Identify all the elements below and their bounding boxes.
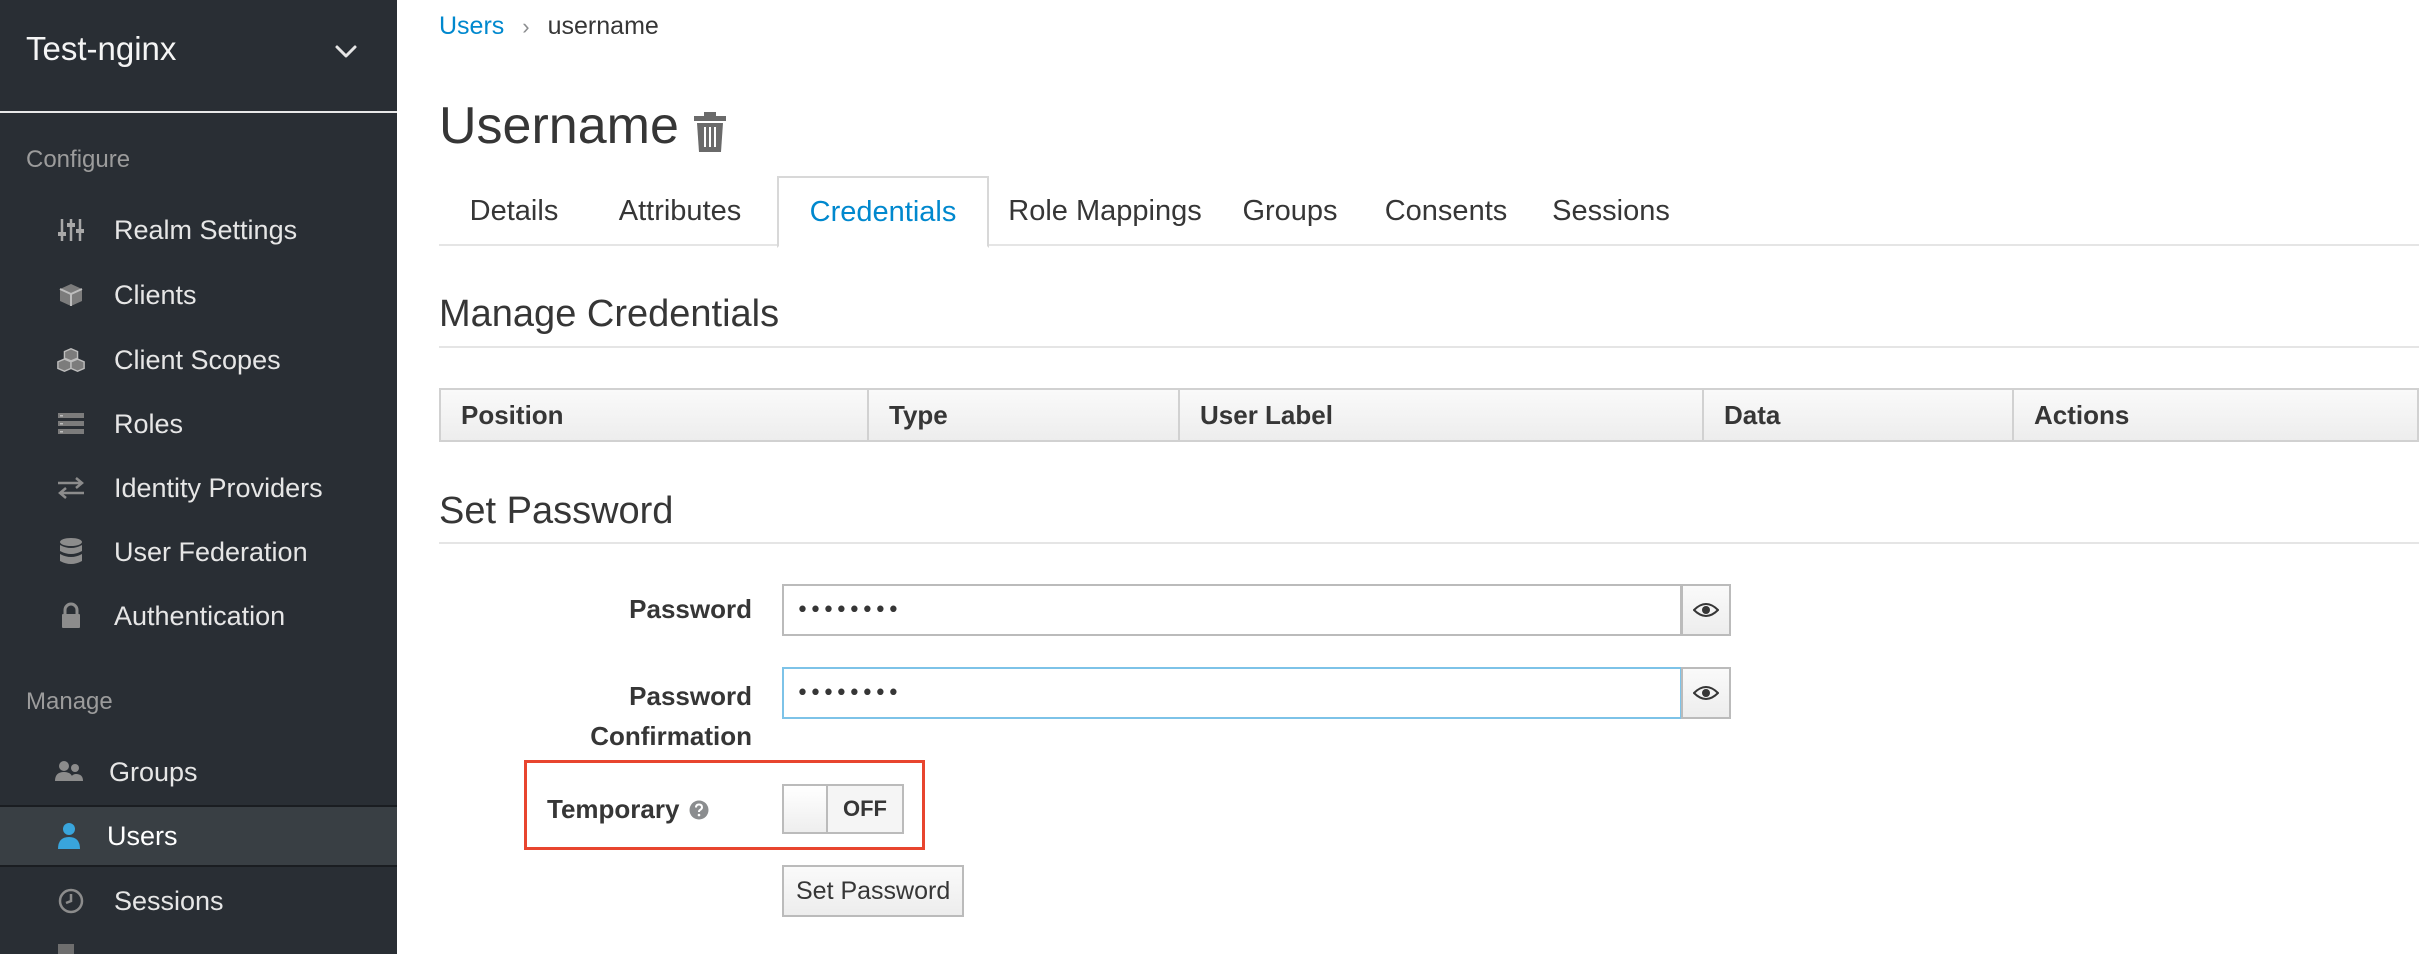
realm-name: Test-nginx bbox=[26, 30, 177, 67]
sidebar-item-user-federation[interactable]: User Federation bbox=[0, 521, 397, 583]
tab-consents[interactable]: Consents bbox=[1361, 176, 1531, 246]
temporary-label-text: Temporary bbox=[547, 794, 680, 824]
temporary-label: Temporary bbox=[547, 794, 709, 825]
clock-icon bbox=[56, 886, 86, 916]
cube-icon bbox=[56, 280, 86, 310]
lock-icon bbox=[56, 601, 86, 631]
sidebar-item-realm-settings[interactable]: Realm Settings bbox=[0, 199, 397, 261]
tab-role-mappings[interactable]: Role Mappings bbox=[991, 176, 1219, 246]
sidebar-item-sessions[interactable]: Sessions bbox=[0, 870, 397, 932]
credentials-table-header: Position Type User Label Data Actions bbox=[439, 388, 2419, 442]
section-title-set-password: Set Password bbox=[439, 490, 674, 532]
sidebar-item-identity-providers[interactable]: Identity Providers bbox=[0, 457, 397, 519]
section-divider bbox=[439, 542, 2419, 544]
sidebar-item-roles[interactable]: Roles bbox=[0, 393, 397, 455]
tab-groups[interactable]: Groups bbox=[1219, 176, 1361, 246]
tab-credentials[interactable]: Credentials bbox=[777, 176, 989, 248]
sidebar-item-label: Authentication bbox=[114, 600, 286, 631]
password-label: Password bbox=[629, 594, 752, 624]
sidebar-item-label: Roles bbox=[114, 408, 184, 439]
toggle-state: OFF bbox=[843, 796, 887, 821]
tab-bar: Details Attributes Credentials Role Mapp… bbox=[439, 176, 2419, 248]
eye-icon bbox=[1693, 603, 1719, 617]
section-divider bbox=[439, 346, 2419, 348]
sidebar-item-clients[interactable]: Clients bbox=[0, 264, 397, 326]
column-header-type: Type bbox=[869, 390, 1180, 440]
show-password-button[interactable] bbox=[1681, 584, 1731, 636]
section-label-manage: Manage bbox=[26, 688, 113, 715]
breadcrumb-separator: › bbox=[522, 13, 530, 39]
tab-sessions[interactable]: Sessions bbox=[1531, 176, 1691, 246]
sidebar-item-groups[interactable]: Groups bbox=[0, 741, 397, 803]
breadcrumb-current: username bbox=[547, 12, 659, 40]
show-confirmation-button[interactable] bbox=[1681, 667, 1731, 719]
sidebar-item-users[interactable]: Users bbox=[0, 805, 397, 867]
password-confirmation-label: Password Confirmation bbox=[527, 676, 752, 756]
sidebar: Test-nginx Configure Realm Settings Clie… bbox=[0, 0, 397, 954]
column-header-position: Position bbox=[441, 390, 869, 440]
password-confirmation-label-line1: Password bbox=[629, 681, 752, 711]
partially-hidden-icon bbox=[58, 944, 74, 954]
sliders-icon bbox=[56, 215, 86, 245]
breadcrumb-link-users[interactable]: Users bbox=[439, 12, 504, 41]
sidebar-item-label: Realm Settings bbox=[114, 214, 298, 245]
user-icon bbox=[54, 821, 84, 851]
section-label-configure: Configure bbox=[26, 146, 131, 173]
sidebar-item-label: Identity Providers bbox=[114, 472, 323, 503]
sidebar-item-label: Client Scopes bbox=[114, 344, 281, 375]
realm-selector[interactable]: Test-nginx bbox=[0, 0, 397, 113]
toggle-knob bbox=[784, 786, 828, 832]
password-confirmation-field[interactable] bbox=[782, 667, 1682, 719]
column-header-user-label: User Label bbox=[1180, 390, 1704, 440]
breadcrumb: Users › username bbox=[439, 12, 659, 41]
help-icon[interactable] bbox=[689, 800, 709, 820]
exchange-icon bbox=[56, 473, 86, 503]
tab-details[interactable]: Details bbox=[439, 176, 589, 246]
trash-icon[interactable] bbox=[692, 111, 728, 153]
temporary-toggle[interactable]: OFF bbox=[782, 784, 904, 834]
list-icon bbox=[56, 409, 86, 439]
chevron-down-icon[interactable] bbox=[332, 38, 360, 66]
password-confirmation-label-line2: Confirmation bbox=[590, 721, 752, 751]
tab-attributes[interactable]: Attributes bbox=[589, 176, 771, 246]
column-header-actions: Actions bbox=[2034, 399, 2130, 430]
section-title-manage-credentials: Manage Credentials bbox=[439, 293, 780, 335]
column-header-data: Data bbox=[1704, 390, 2014, 440]
eye-icon bbox=[1693, 686, 1719, 700]
users-icon bbox=[54, 757, 84, 787]
database-icon bbox=[56, 537, 86, 567]
cubes-icon bbox=[56, 345, 86, 375]
page-title: Username bbox=[439, 97, 679, 155]
sidebar-item-client-scopes[interactable]: Client Scopes bbox=[0, 329, 397, 391]
main-content: Users › username Username Details Attrib… bbox=[397, 0, 2434, 954]
set-password-button[interactable]: Set Password bbox=[782, 865, 965, 917]
password-field[interactable] bbox=[782, 584, 1682, 636]
sidebar-item-authentication[interactable]: Authentication bbox=[0, 585, 397, 647]
sidebar-item-label: Sessions bbox=[114, 885, 224, 916]
sidebar-item-label: Users bbox=[107, 820, 178, 851]
sidebar-item-label: User Federation bbox=[114, 536, 308, 567]
sidebar-item-label: Clients bbox=[114, 279, 197, 310]
sidebar-item-label: Groups bbox=[109, 756, 198, 787]
